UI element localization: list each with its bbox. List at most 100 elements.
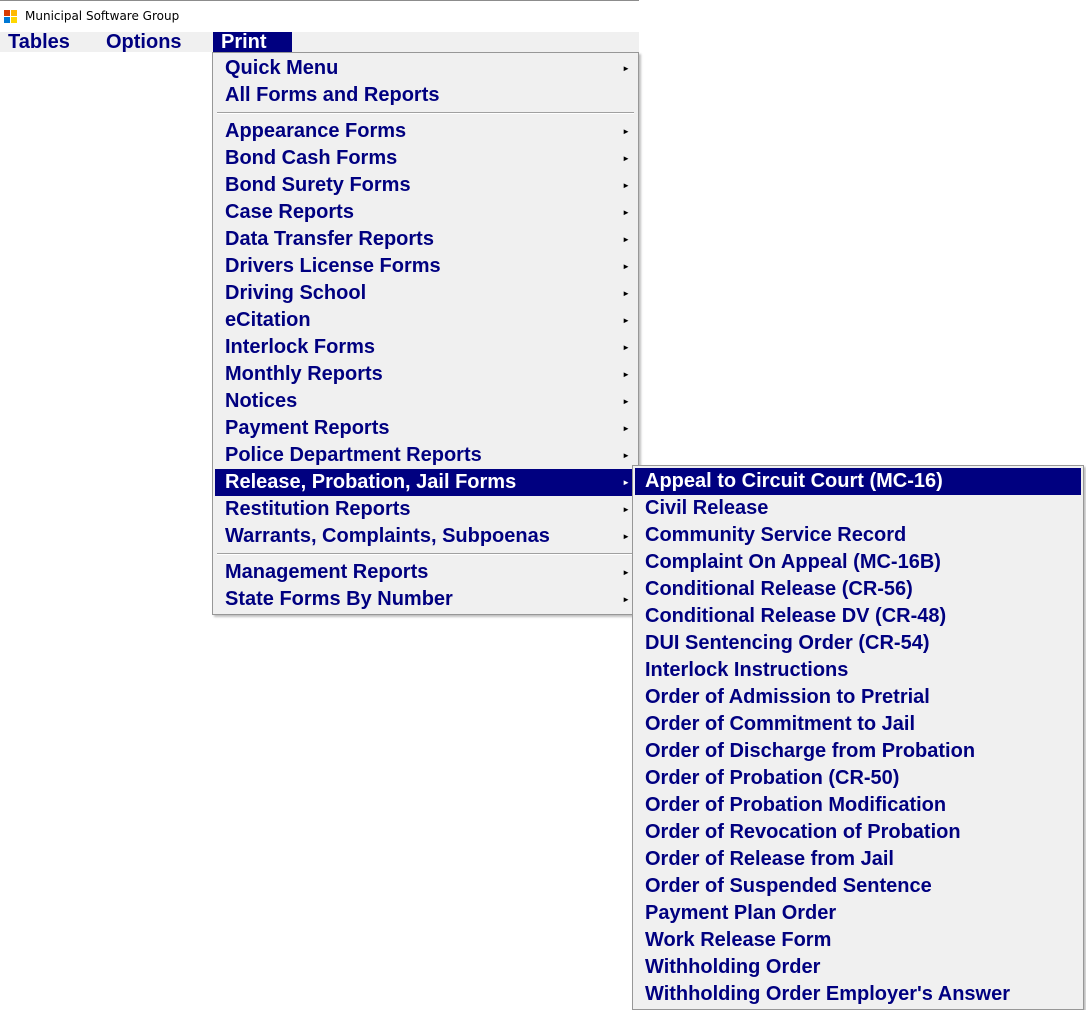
submenu-arrow-icon: ► xyxy=(622,343,630,352)
menu-item-payment-reports[interactable]: Payment Reports ► xyxy=(215,415,636,442)
submenu-item-label: Order of Release from Jail xyxy=(645,848,894,870)
submenu-item-label: Complaint On Appeal (MC-16B) xyxy=(645,551,941,573)
menu-item-restitution-reports[interactable]: Restitution Reports ► xyxy=(215,496,636,523)
title-bar: Municipal Software Group xyxy=(0,0,639,32)
menu-item-appearance-forms[interactable]: Appearance Forms ► xyxy=(215,118,636,145)
submenu-item-label: Order of Commitment to Jail xyxy=(645,713,916,735)
menu-item-label: Appearance Forms xyxy=(225,120,407,142)
submenu-arrow-icon: ► xyxy=(622,262,630,271)
menu-item-notices[interactable]: Notices ► xyxy=(215,388,636,415)
menu-item-label: Bond Surety Forms xyxy=(225,174,411,196)
submenu-item-label: Payment Plan Order xyxy=(645,902,837,924)
submenu-item-dui-sentencing-order-cr-54[interactable]: DUI Sentencing Order (CR-54) xyxy=(635,630,1081,657)
menu-item-drivers-license-forms[interactable]: Drivers License Forms ► xyxy=(215,253,636,280)
submenu-item-label: Work Release Form xyxy=(645,929,832,951)
menu-item-driving-school[interactable]: Driving School ► xyxy=(215,280,636,307)
submenu-arrow-icon: ► xyxy=(622,478,630,487)
menu-item-data-transfer-reports[interactable]: Data Transfer Reports ► xyxy=(215,226,636,253)
submenu-arrow-icon: ► xyxy=(622,532,630,541)
menu-tables[interactable]: Tables xyxy=(0,32,78,52)
menu-item-label: Quick Menu xyxy=(225,57,339,79)
submenu-item-complaint-on-appeal-mc-16b[interactable]: Complaint On Appeal (MC-16B) xyxy=(635,549,1081,576)
submenu-arrow-icon: ► xyxy=(622,127,630,136)
submenu-item-community-service-record[interactable]: Community Service Record xyxy=(635,522,1081,549)
submenu-arrow-icon: ► xyxy=(622,397,630,406)
submenu-item-label: Order of Probation Modification xyxy=(645,794,947,816)
menu-item-case-reports[interactable]: Case Reports ► xyxy=(215,199,636,226)
submenu-arrow-icon: ► xyxy=(622,595,630,604)
menu-item-label: Warrants, Complaints, Subpoenas xyxy=(225,525,550,547)
menu-item-management-reports[interactable]: Management Reports ► xyxy=(215,559,636,586)
submenu-item-label: Order of Discharge from Probation xyxy=(645,740,976,762)
submenu-arrow-icon: ► xyxy=(622,154,630,163)
submenu-item-label: Civil Release xyxy=(645,497,769,519)
window-title: Municipal Software Group xyxy=(25,9,180,23)
menu-item-label: Police Department Reports xyxy=(225,444,482,466)
submenu-item-label: Order of Revocation of Probation xyxy=(645,821,961,843)
menu-separator xyxy=(217,553,634,555)
submenu-item-order-of-suspended-sentence[interactable]: Order of Suspended Sentence xyxy=(635,873,1081,900)
submenu-item-label: Interlock Instructions xyxy=(645,659,849,681)
submenu-item-conditional-release-cr-56[interactable]: Conditional Release (CR-56) xyxy=(635,576,1081,603)
menu-item-ecitation[interactable]: eCitation ► xyxy=(215,307,636,334)
menu-item-label: eCitation xyxy=(225,309,311,331)
app-window-icon xyxy=(4,10,17,23)
submenu-arrow-icon: ► xyxy=(622,64,630,73)
submenu-item-civil-release[interactable]: Civil Release xyxy=(635,495,1081,522)
submenu-item-order-of-release-from-jail[interactable]: Order of Release from Jail xyxy=(635,846,1081,873)
submenu-item-order-of-probation-cr-50[interactable]: Order of Probation (CR-50) xyxy=(635,765,1081,792)
submenu-item-label: Withholding Order Employer's Answer xyxy=(645,983,1010,1005)
submenu-item-work-release-form[interactable]: Work Release Form xyxy=(635,927,1081,954)
submenu-item-order-of-commitment-to-jail[interactable]: Order of Commitment to Jail xyxy=(635,711,1081,738)
submenu-arrow-icon: ► xyxy=(622,208,630,217)
menu-item-label: Restitution Reports xyxy=(225,498,411,520)
submenu-arrow-icon: ► xyxy=(622,289,630,298)
submenu-item-order-of-probation-modification[interactable]: Order of Probation Modification xyxy=(635,792,1081,819)
submenu-item-label: Community Service Record xyxy=(645,524,907,546)
submenu-item-order-of-revocation-of-probation[interactable]: Order of Revocation of Probation xyxy=(635,819,1081,846)
submenu-item-order-of-admission-to-pretrial[interactable]: Order of Admission to Pretrial xyxy=(635,684,1081,711)
submenu-item-appeal-to-circuit-court-mc-16[interactable]: Appeal to Circuit Court (MC-16) xyxy=(635,468,1081,495)
menu-item-bond-cash-forms[interactable]: Bond Cash Forms ► xyxy=(215,145,636,172)
submenu-arrow-icon: ► xyxy=(622,568,630,577)
menu-item-warrants-complaints-subpoenas[interactable]: Warrants, Complaints, Subpoenas ► xyxy=(215,523,636,550)
submenu-item-withholding-order-employer-s-answer[interactable]: Withholding Order Employer's Answer xyxy=(635,981,1081,1008)
submenu-item-label: Conditional Release (CR-56) xyxy=(645,578,913,600)
submenu-item-interlock-instructions[interactable]: Interlock Instructions xyxy=(635,657,1081,684)
menu-item-release-probation-jail-forms[interactable]: Release, Probation, Jail Forms ► xyxy=(215,469,636,496)
menu-item-label: Payment Reports xyxy=(225,417,390,439)
menu-item-label: Data Transfer Reports xyxy=(225,228,434,250)
menu-item-quick-menu[interactable]: Quick Menu ► xyxy=(215,55,636,82)
menu-item-label: Release, Probation, Jail Forms xyxy=(225,471,517,493)
menu-item-label: Management Reports xyxy=(225,561,429,583)
menu-item-label: Interlock Forms xyxy=(225,336,376,358)
menu-item-label: All Forms and Reports xyxy=(225,84,440,106)
menu-print[interactable]: Print xyxy=(213,32,292,52)
submenu-item-payment-plan-order[interactable]: Payment Plan Order xyxy=(635,900,1081,927)
submenu-item-order-of-discharge-from-probation[interactable]: Order of Discharge from Probation xyxy=(635,738,1081,765)
submenu-item-label: Order of Probation (CR-50) xyxy=(645,767,900,789)
release-probation-jail-submenu: Appeal to Circuit Court (MC-16) Civil Rel… xyxy=(632,465,1084,1010)
submenu-item-label: Order of Admission to Pretrial xyxy=(645,686,930,708)
menu-item-interlock-forms[interactable]: Interlock Forms ► xyxy=(215,334,636,361)
submenu-arrow-icon: ► xyxy=(622,505,630,514)
menu-item-label: Monthly Reports xyxy=(225,363,383,385)
menu-options[interactable]: Options xyxy=(98,32,190,52)
menu-item-police-department-reports[interactable]: Police Department Reports ► xyxy=(215,442,636,469)
submenu-arrow-icon: ► xyxy=(622,181,630,190)
menu-item-label: Driving School xyxy=(225,282,367,304)
submenu-arrow-icon: ► xyxy=(622,370,630,379)
menu-item-label: Notices xyxy=(225,390,298,412)
submenu-item-label: Conditional Release DV (CR-48) xyxy=(645,605,947,627)
menu-item-state-forms-by-number[interactable]: State Forms By Number ► xyxy=(215,586,636,613)
submenu-arrow-icon: ► xyxy=(622,424,630,433)
submenu-item-label: Order of Suspended Sentence xyxy=(645,875,932,897)
menu-item-bond-surety-forms[interactable]: Bond Surety Forms ► xyxy=(215,172,636,199)
menu-item-all-forms-and-reports[interactable]: All Forms and Reports xyxy=(215,82,636,109)
menu-item-monthly-reports[interactable]: Monthly Reports ► xyxy=(215,361,636,388)
menu-item-label: Case Reports xyxy=(225,201,354,223)
submenu-item-label: Withholding Order xyxy=(645,956,821,978)
submenu-item-withholding-order[interactable]: Withholding Order xyxy=(635,954,1081,981)
submenu-arrow-icon: ► xyxy=(622,235,630,244)
submenu-item-conditional-release-dv-cr-48[interactable]: Conditional Release DV (CR-48) xyxy=(635,603,1081,630)
